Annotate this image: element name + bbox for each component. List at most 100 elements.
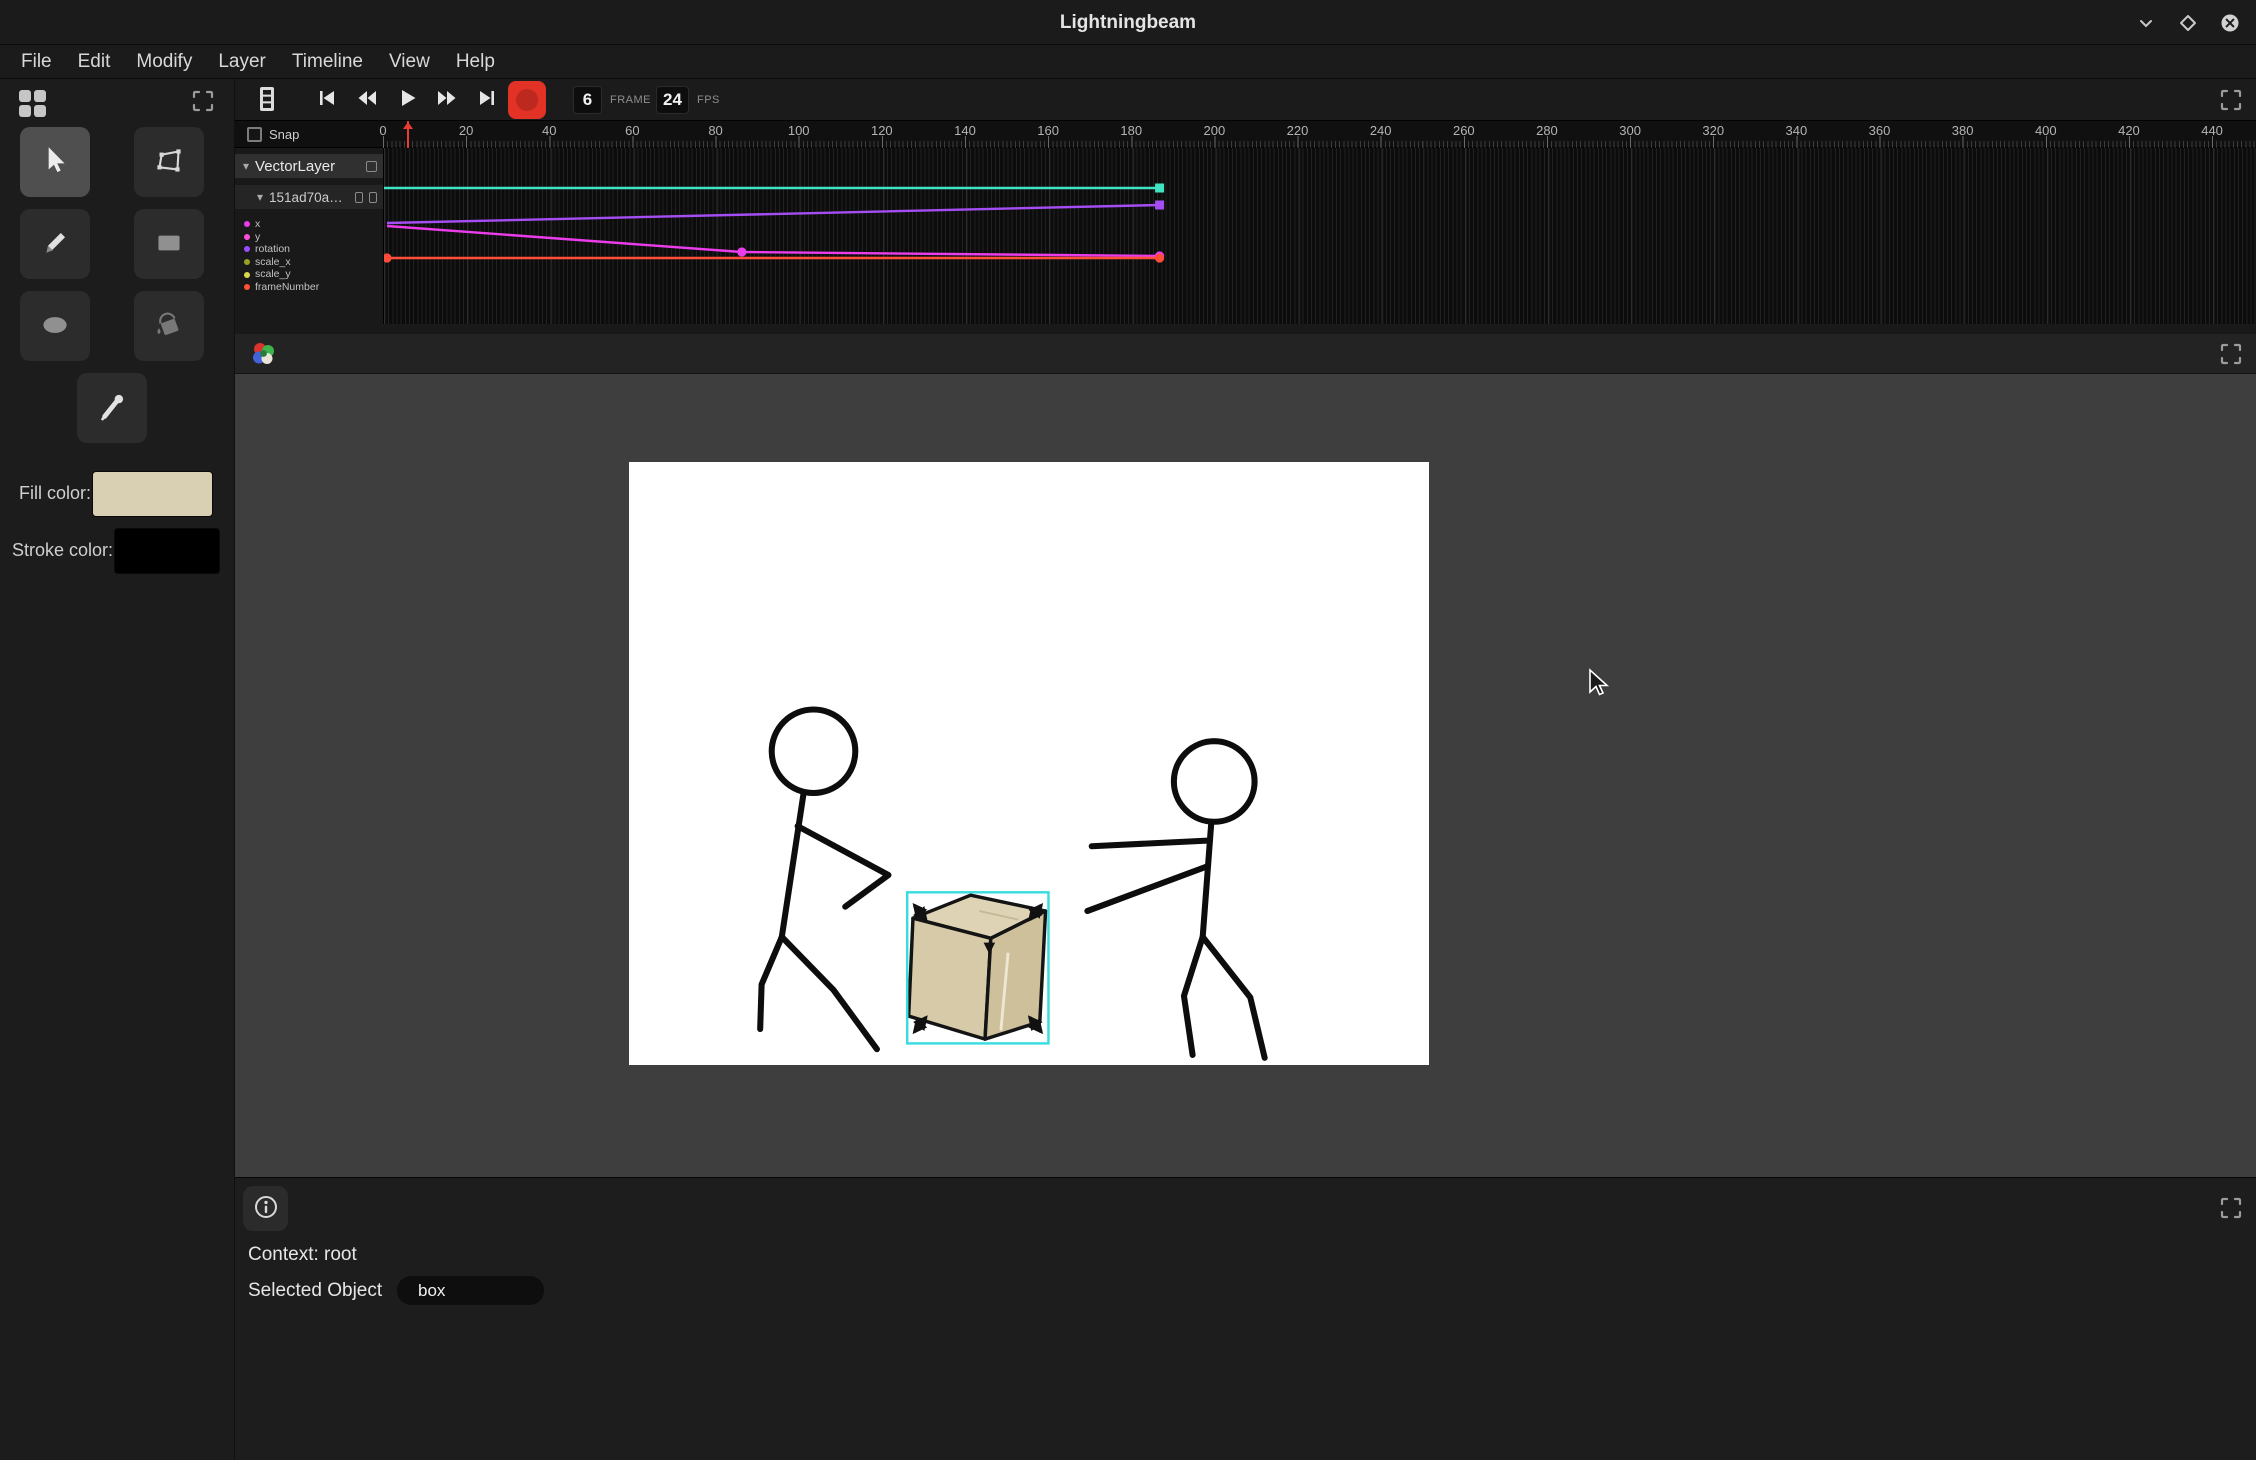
- timeline-panel: 6 FRAME 24 FPS Snap 02040608010012014016…: [235, 79, 2256, 324]
- menu-timeline[interactable]: Timeline: [279, 45, 376, 79]
- property-name: x: [255, 219, 260, 230]
- fast-forward-button[interactable]: [427, 82, 467, 117]
- menu-bar: FileEditModifyLayerTimelineViewHelp: [0, 45, 2256, 79]
- menu-view[interactable]: View: [376, 45, 443, 79]
- eyedropper-tool-button[interactable]: [77, 373, 147, 443]
- fps-display[interactable]: 24: [656, 86, 689, 114]
- snap-checkbox[interactable]: [247, 127, 262, 142]
- keyframe-point[interactable]: [1155, 253, 1164, 262]
- rectangle-tool-button[interactable]: [134, 209, 204, 279]
- fullscreen-icon: [2218, 341, 2244, 370]
- property-name: y: [255, 232, 260, 243]
- fullscreen-icon: [2218, 1195, 2244, 1224]
- stick-figure-right[interactable]: [1087, 741, 1264, 1058]
- paint-bucket-tool-button[interactable]: [134, 291, 204, 361]
- ellipse-icon: [36, 306, 74, 347]
- ruler-label-300: 300: [1619, 123, 1641, 138]
- panel-grid-button[interactable]: [12, 84, 52, 124]
- box-object[interactable]: [909, 895, 1046, 1039]
- ellipse-tool-button[interactable]: [20, 291, 90, 361]
- caret-down-icon[interactable]: ▾: [257, 190, 263, 204]
- inspector-fullscreen-button[interactable]: [2218, 1195, 2244, 1224]
- ruler-label-440: 440: [2201, 123, 2223, 138]
- layer-row-vectorlayer[interactable]: ▾ VectorLayer: [235, 154, 383, 178]
- layer-toggle-icon[interactable]: [366, 161, 377, 172]
- ruler-label-320: 320: [1702, 123, 1724, 138]
- property-color-dot: [244, 234, 250, 240]
- menu-modify[interactable]: Modify: [123, 45, 205, 79]
- ruler-label-360: 360: [1869, 123, 1891, 138]
- mouse-cursor: [1587, 668, 1611, 705]
- layer-list: ▾ VectorLayer ▾ 151ad70a… xyrotationscal…: [235, 148, 383, 324]
- ruler-label-240: 240: [1370, 123, 1392, 138]
- tool-panel-fullscreen-button[interactable]: [190, 88, 216, 117]
- timeline-fullscreen-button[interactable]: [2218, 87, 2244, 116]
- canvas-fullscreen-button[interactable]: [2218, 341, 2244, 370]
- lock-toggle-icon[interactable]: [369, 192, 377, 203]
- selected-object-value[interactable]: box: [397, 1276, 544, 1305]
- info-button[interactable]: [243, 1186, 288, 1231]
- property-row-frameNumber[interactable]: frameNumber: [235, 281, 383, 294]
- property-row-scale_y[interactable]: scale_y: [235, 268, 383, 281]
- menu-edit[interactable]: Edit: [65, 45, 124, 79]
- menu-help[interactable]: Help: [443, 45, 508, 79]
- menu-file[interactable]: File: [8, 45, 65, 79]
- keyframe-point[interactable]: [1155, 184, 1164, 193]
- rectangle-icon: [150, 224, 188, 265]
- record-button[interactable]: [508, 81, 546, 119]
- stroke-color-label: Stroke color:: [12, 540, 113, 561]
- record-icon: [516, 89, 538, 111]
- ruler-label-280: 280: [1536, 123, 1558, 138]
- property-row-x[interactable]: x: [235, 218, 383, 231]
- ruler-label-340: 340: [1786, 123, 1808, 138]
- stick-figure-left[interactable]: [760, 710, 888, 1050]
- property-row-scale_x[interactable]: scale_x: [235, 256, 383, 269]
- window-controls: [2134, 0, 2242, 45]
- pencil-tool-button[interactable]: [20, 209, 90, 279]
- keyframe-graph[interactable]: [383, 148, 2256, 324]
- curve-magenta[interactable]: [387, 226, 1160, 256]
- skip-to-end-icon: [474, 85, 500, 114]
- keyframe-point[interactable]: [384, 253, 392, 262]
- playhead[interactable]: [407, 121, 409, 148]
- curve-purple[interactable]: [387, 205, 1160, 223]
- visibility-toggle-icon[interactable]: [355, 192, 363, 203]
- select-tool-button[interactable]: [20, 127, 90, 197]
- keyframe-point[interactable]: [1155, 201, 1164, 210]
- transform-tool-button[interactable]: [134, 127, 204, 197]
- layer-row-object[interactable]: ▾ 151ad70a…: [235, 185, 383, 209]
- timeline-ruler[interactable]: 0204060801001201401601802002202402602803…: [383, 121, 2256, 148]
- frame-number-display[interactable]: 6: [573, 86, 602, 114]
- stage[interactable]: [629, 462, 1429, 1065]
- stroke-color-swatch[interactable]: [114, 528, 220, 574]
- rewind-button[interactable]: [347, 82, 387, 117]
- canvas-area[interactable]: [235, 374, 2256, 1177]
- filmstrip-button[interactable]: [249, 84, 285, 116]
- ruler-label-180: 180: [1120, 123, 1142, 138]
- ruler-label-80: 80: [708, 123, 722, 138]
- fill-color-swatch[interactable]: [92, 471, 213, 517]
- play-button[interactable]: [387, 82, 427, 117]
- property-color-dot: [244, 272, 250, 278]
- ruler-label-140: 140: [954, 123, 976, 138]
- fps-caption: FPS: [697, 79, 720, 121]
- skip-to-end-button[interactable]: [467, 82, 507, 117]
- inspector-panel: Context: root Selected Object box: [235, 1177, 2256, 1460]
- info-icon: [252, 1193, 280, 1224]
- menu-layer[interactable]: Layer: [205, 45, 279, 79]
- paint-bucket-icon: [150, 306, 188, 347]
- ruler-label-220: 220: [1287, 123, 1309, 138]
- fill-color-label: Fill color:: [19, 483, 91, 504]
- property-row-rotation[interactable]: rotation: [235, 243, 383, 256]
- keyframe-point[interactable]: [737, 247, 746, 256]
- caret-down-icon[interactable]: ▾: [243, 159, 249, 173]
- maximize-icon[interactable]: [2176, 11, 2200, 35]
- close-icon[interactable]: [2218, 11, 2242, 35]
- property-row-y[interactable]: y: [235, 231, 383, 244]
- canvas-toolbar: [235, 334, 2256, 374]
- animation-curves[interactable]: [384, 148, 2256, 324]
- fullscreen-icon: [2218, 87, 2244, 116]
- minimize-icon[interactable]: [2134, 11, 2158, 35]
- property-color-dot: [244, 259, 250, 265]
- skip-to-start-button[interactable]: [307, 82, 347, 117]
